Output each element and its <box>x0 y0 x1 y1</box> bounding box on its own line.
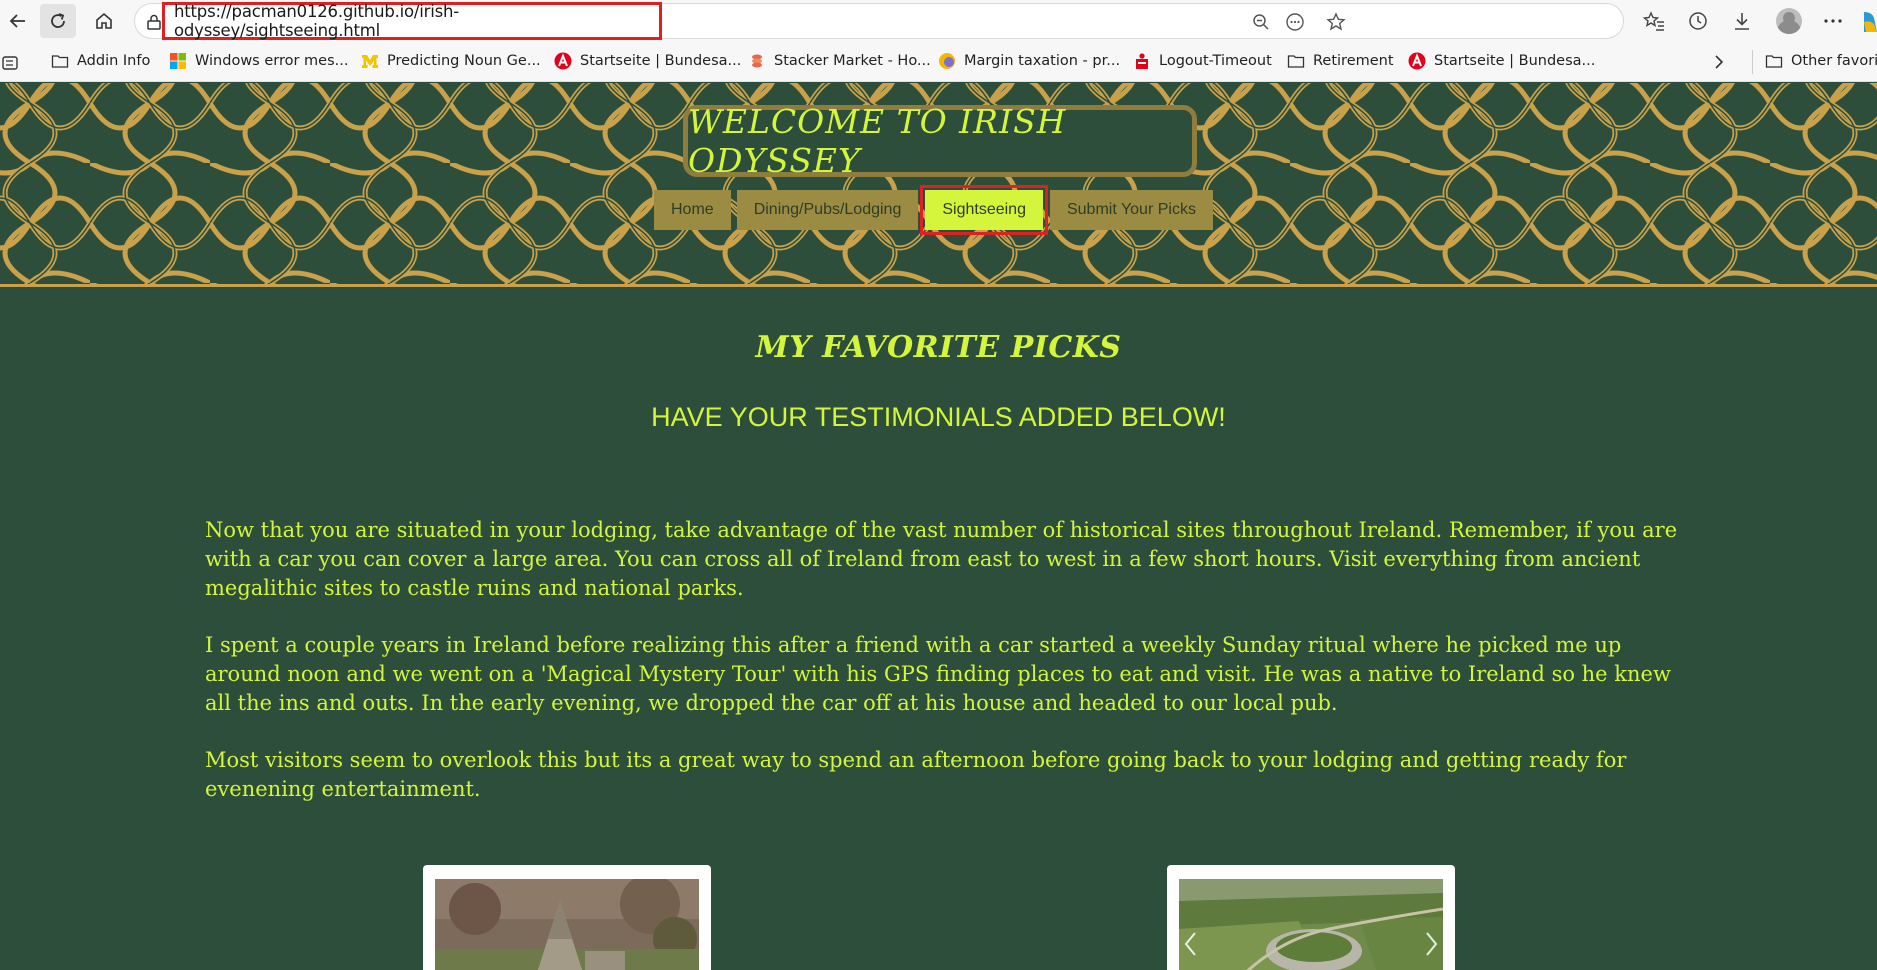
michigan-logo-icon <box>362 55 378 68</box>
more-tools-icon[interactable] <box>1285 12 1305 32</box>
nav-submit-your-picks[interactable]: Submit Your Picks <box>1049 190 1213 230</box>
folder-icon <box>1287 55 1305 68</box>
bookmark-stacker-market[interactable]: Stacker Market - Ho... <box>748 52 931 70</box>
bookmark-label: Predicting Noun Ge... <box>387 53 541 69</box>
site-title-box: WELCOME TO IRISH ODYSSEY <box>683 102 1197 180</box>
nav-sightseeing[interactable]: Sightseeing <box>925 190 1043 230</box>
reload-button[interactable] <box>40 4 76 38</box>
bookmark-predicting-noun[interactable]: Predicting Noun Ge... <box>361 52 541 70</box>
stacker-logo-icon <box>752 54 762 68</box>
url-text[interactable]: https://pacman0126.github.io/irish-odyss… <box>174 2 659 40</box>
bookmark-label: Startseite | Bundesa... <box>580 53 742 69</box>
site-info-icon[interactable] <box>145 13 163 31</box>
folder-icon <box>51 55 69 68</box>
url-highlight-box: https://pacman0126.github.io/irish-odyss… <box>162 2 662 40</box>
windows-logo-icon <box>170 53 186 69</box>
main-content: MY FAVORITE PICKS HAVE YOUR TESTIMONIALS… <box>0 290 1877 970</box>
back-arrow-icon <box>9 14 25 28</box>
church-ruin-photo <box>435 879 699 970</box>
bookmark-logout-timeout[interactable]: Logout-Timeout <box>1133 52 1272 70</box>
bookmark-label: Addin Info <box>77 53 151 69</box>
bookmark-label: Stacker Market - Ho... <box>774 53 931 69</box>
newgrange-aerial-photo <box>1179 879 1443 970</box>
download-icon[interactable] <box>1731 10 1753 32</box>
favorite-star-icon[interactable] <box>1326 12 1346 32</box>
bookmark-addin-info[interactable]: Addin Info <box>51 52 150 70</box>
bookmark-startseite-1[interactable]: Startseite | Bundesa... <box>554 52 741 70</box>
bookmark-divider <box>1752 50 1753 74</box>
sidebar-toggle-icon[interactable] <box>2 56 18 70</box>
chevron-right-icon[interactable] <box>1712 54 1726 70</box>
site-title: WELCOME TO IRISH ODYSSEY <box>688 102 1067 180</box>
copilot-icon[interactable] <box>1858 10 1877 32</box>
closing-paragraph: Most visitors seem to overlook this but … <box>205 748 1627 801</box>
sight-card-left[interactable] <box>423 865 711 970</box>
sparkasse-logo-icon <box>1136 53 1148 69</box>
sight-card-right[interactable] <box>1167 865 1455 970</box>
bookmark-label: Other favorit <box>1791 53 1877 69</box>
favorites-icon[interactable] <box>1643 10 1665 32</box>
settings-menu-icon[interactable] <box>1822 10 1844 32</box>
bookmarks-bar: Addin Info Windows error mes... Predicti… <box>0 42 1877 82</box>
nav-sightseeing-highlight: Sightseeing <box>920 185 1048 235</box>
address-bar[interactable]: https://pacman0126.github.io/irish-odyss… <box>134 2 1624 40</box>
bookmark-margin-taxation[interactable]: Margin taxation - pr... <box>938 52 1120 70</box>
home-button[interactable] <box>86 4 122 38</box>
bookmark-label: Windows error mes... <box>195 53 349 69</box>
home-icon <box>96 12 112 29</box>
bookmark-other-favorites[interactable]: Other favorit <box>1765 52 1877 70</box>
arbeitsagentur-logo-icon <box>1408 52 1426 70</box>
bookmark-windows-error[interactable]: Windows error mes... <box>169 52 348 70</box>
story-paragraph: I spent a couple years in Ireland before… <box>205 633 1671 715</box>
nav-home[interactable]: Home <box>654 190 731 230</box>
bookmark-label: Startseite | Bundesa... <box>1434 53 1596 69</box>
back-button[interactable] <box>0 4 36 38</box>
intro-paragraph: Now that you are situated in your lodgin… <box>205 518 1678 600</box>
testimonials-subheading: HAVE YOUR TESTIMONIALS ADDED BELOW! <box>651 402 1226 432</box>
bookmark-label: Retirement <box>1313 53 1394 69</box>
nav-dining-pubs-lodging[interactable]: Dining/Pubs/Lodging <box>736 190 919 230</box>
arbeitsagentur-logo-icon <box>554 52 572 70</box>
bookmark-label: Margin taxation - pr... <box>964 53 1121 69</box>
profile-avatar[interactable] <box>1776 8 1802 34</box>
history-icon[interactable] <box>1687 10 1709 32</box>
zoom-out-icon[interactable] <box>1251 12 1271 32</box>
bookmark-retirement[interactable]: Retirement <box>1287 52 1394 70</box>
site-header: WELCOME TO IRISH ODYSSEY Home Dining/Pub… <box>0 83 1877 287</box>
circle-logo-icon <box>939 53 955 69</box>
browser-toolbar: https://pacman0126.github.io/irish-odyss… <box>0 0 1877 42</box>
bookmark-label: Logout-Timeout <box>1159 53 1272 69</box>
carousel-next-icon[interactable] <box>1421 929 1441 959</box>
bookmark-startseite-2[interactable]: Startseite | Bundesa... <box>1408 52 1595 70</box>
reload-icon <box>51 13 65 28</box>
carousel-prev-icon[interactable] <box>1181 929 1201 959</box>
main-navigation: Home Dining/Pubs/Lodging Sightseeing Sub… <box>654 185 1213 235</box>
folder-icon <box>1765 55 1783 68</box>
favorite-picks-heading: MY FAVORITE PICKS <box>755 330 1122 365</box>
